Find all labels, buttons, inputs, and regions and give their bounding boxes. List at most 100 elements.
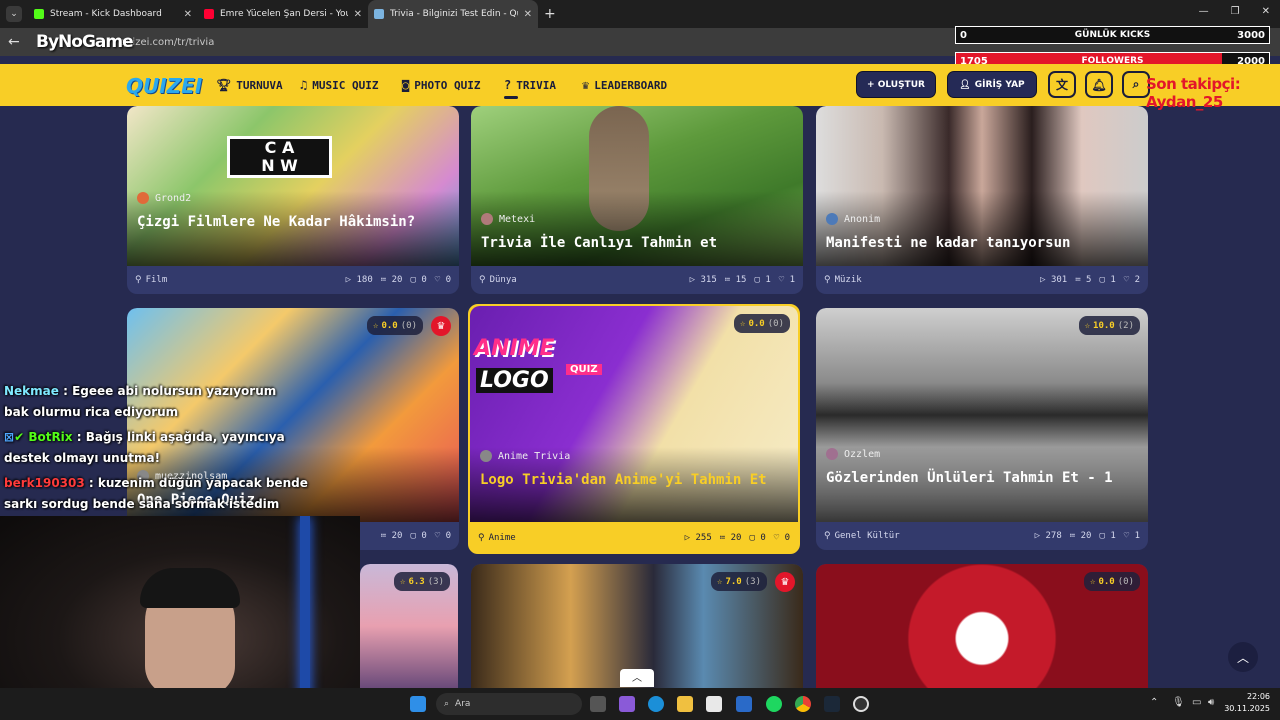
crown-icon: ♛ (431, 316, 451, 336)
kick-favicon-icon (34, 9, 44, 19)
quiz-card[interactable]: Metexi Trivia İle Canlıyı Tahmin et ⚲ Dün… (471, 106, 803, 294)
like-count: ♡ 0 (434, 275, 451, 285)
play-count: ▷ 301 (1040, 275, 1068, 285)
camera-icon: ◙ (402, 78, 410, 92)
edge-icon[interactable] (648, 696, 664, 712)
chrome-icon[interactable] (795, 696, 811, 712)
card-title: Logo Trivia'dan Anime'yi Tahmin Et (480, 472, 767, 488)
quiz-card[interactable]: Anonim Manifesti ne kadar tanıyorsun ⚲ Mü… (816, 106, 1148, 294)
question-count: ≔ 20 (1069, 531, 1092, 541)
site-logo[interactable]: QUIZEI (126, 74, 202, 98)
play-count: ▷ 180 (345, 275, 373, 285)
star-icon: ☆ (717, 576, 723, 587)
mail-icon[interactable] (736, 696, 752, 712)
card-title: Manifesti ne kadar tanıyorsun (826, 235, 1071, 251)
close-window-icon[interactable]: ✕ (1262, 6, 1270, 17)
avatar (826, 213, 838, 225)
minimize-icon[interactable]: — (1199, 6, 1209, 17)
taskbar-search[interactable]: ⌕ Ara (436, 693, 582, 715)
tab-title: Stream - Kick Dashboard (50, 9, 162, 19)
last-follower-overlay: Son takipçi: Aydan_25 (1146, 75, 1241, 111)
spotify-icon[interactable] (766, 696, 782, 712)
question-count: ≔ 20 (380, 531, 403, 541)
microphone-icon[interactable]: 🎙︎ (1172, 697, 1185, 708)
close-tab-icon[interactable]: ✕ (184, 9, 192, 20)
taskbar-clock[interactable]: 22:06 30.11.2025 (1224, 691, 1270, 715)
tag-icon: ⚲ (135, 275, 142, 285)
language-button[interactable]: 文 (1048, 71, 1076, 98)
nav-music-quiz[interactable]: ♫ MUSIC QUIZ (300, 78, 378, 92)
browser-tab-active[interactable]: Trivia - Bilginizi Test Edin - Quiz ✕ (368, 0, 538, 28)
file-explorer-icon[interactable] (677, 696, 693, 712)
task-view-icon[interactable] (590, 696, 606, 712)
quiz-card[interactable]: ☆ 6.3 (3) (360, 564, 458, 688)
nav-leaderboard[interactable]: ♛ LEADERBOARD (582, 78, 667, 92)
avatar (826, 448, 838, 460)
stream-watermark: ByNoGame (36, 32, 134, 52)
card-title: Trivia İle Canlıyı Tahmin et (481, 235, 718, 251)
close-tab-icon[interactable]: ✕ (524, 9, 532, 20)
search-icon: ⌕ (444, 699, 450, 709)
card-footer: ⚲ Genel Kültür ▷ 278 ≔ 20 ▢ 1 ♡ 1 (816, 522, 1148, 550)
browser-tab[interactable]: Emre Yücelen Şan Dersi - YouTu ✕ (198, 0, 368, 28)
play-count: ▷ 255 (684, 533, 712, 543)
comment-count: ▢ 1 (754, 275, 771, 285)
tag-icon: ⚲ (478, 533, 485, 543)
card-image: C AN W (127, 106, 459, 266)
card-category: ⚲ Anime (478, 533, 516, 543)
quiz-card[interactable]: ☆ 10.0 (2) Ozzlem Gözlerinden Ünlüleri Tah… (816, 308, 1148, 550)
avatar (481, 213, 493, 225)
chat-message: berk190303 : kuzenim düğün yapacak bende… (4, 473, 334, 515)
notifications-button[interactable]: 🔔︎ (1085, 71, 1113, 98)
login-button[interactable]: 👤︎ GİRİŞ YAP (947, 71, 1037, 98)
obs-icon[interactable] (853, 696, 869, 712)
browser-tab[interactable]: Stream - Kick Dashboard ✕ (28, 0, 198, 28)
like-count: ♡ 1 (1123, 531, 1140, 541)
tab-search-button[interactable]: ⌄ (6, 6, 22, 22)
chevron-up-icon[interactable]: ︿ (620, 669, 654, 687)
network-icon[interactable]: ▭ (1192, 697, 1201, 708)
crown-icon: ♛ (775, 572, 795, 592)
quiz-card[interactable]: C AN W Grond2 Çizgi Filmlere Ne Kadar Hâ… (127, 106, 459, 294)
card-stats: ▷ 278 ≔ 20 ▢ 1 ♡ 1 (1035, 531, 1140, 541)
tray-chevron-icon[interactable]: ⌃ (1150, 697, 1158, 708)
clock-date: 30.11.2025 (1224, 704, 1270, 713)
chat-message: ⊠✔ BotRix : Bağış linki aşağıda, yayıncı… (4, 427, 334, 469)
url-field[interactable]: quizei.com/tr/trivia (120, 37, 215, 48)
avatar (137, 192, 149, 204)
youtube-favicon-icon (204, 9, 214, 19)
create-button[interactable]: + OLUŞTUR (856, 71, 936, 98)
rating-badge: ☆ 0.0 (0) (734, 314, 790, 333)
question-count: ≔ 5 (1075, 275, 1092, 285)
card-shade (471, 191, 803, 266)
quiz-text: QUIZ (566, 364, 602, 375)
new-tab-icon[interactable]: + (544, 6, 556, 22)
comment-count: ▢ 0 (749, 533, 766, 543)
music-note-icon: ♫ (300, 78, 308, 92)
kicks-value: 0 (960, 29, 967, 41)
quiz-card-highlighted[interactable]: ANIME LOGO QUIZ ☆ 0.0 (0) Anime Trivia Log… (468, 304, 800, 554)
store-icon[interactable] (706, 696, 722, 712)
copilot-icon[interactable] (619, 696, 635, 712)
scroll-to-top-button[interactable]: ︿ (1228, 642, 1258, 672)
card-author: Grond2 (137, 192, 191, 204)
windows-start-icon[interactable] (410, 696, 426, 712)
nav-photo-quiz[interactable]: ◙ PHOTO QUIZ (402, 78, 480, 92)
nav-trivia[interactable]: ? TRIVIA (504, 78, 556, 92)
comment-count: ▢ 0 (410, 531, 427, 541)
quizei-favicon-icon (374, 9, 384, 19)
card-stats: ▷ 301 ≔ 5 ▢ 1 ♡ 2 (1040, 275, 1140, 285)
like-count: ♡ 0 (773, 533, 790, 543)
quiz-card[interactable]: ☆ 0.0 (0) (816, 564, 1148, 688)
star-icon: ☆ (400, 576, 406, 587)
steam-icon[interactable] (824, 696, 840, 712)
card-title: Çizgi Filmlere Ne Kadar Hâkimsin? (137, 214, 416, 230)
volume-icon[interactable]: 🔊︎ (1208, 697, 1214, 708)
translate-icon: 文 (1055, 78, 1068, 92)
close-tab-icon[interactable]: ✕ (354, 9, 362, 20)
back-arrow-icon[interactable]: ← (8, 34, 20, 50)
chat-question-icon: ? (504, 78, 512, 92)
maximize-icon[interactable]: ❐ (1231, 6, 1240, 17)
star-icon: ☆ (740, 318, 746, 329)
nav-turnuva[interactable]: 🏆︎ TURNUVA (216, 78, 283, 92)
